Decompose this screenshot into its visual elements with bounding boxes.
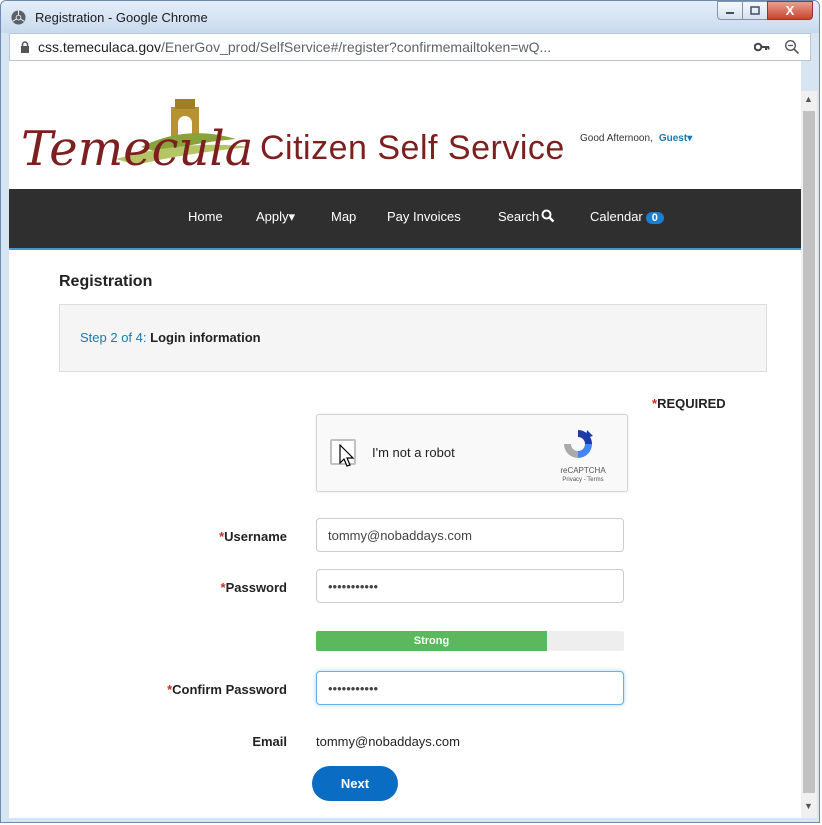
browser-window: Registration - Google Chrome X css.temec…	[0, 0, 820, 823]
nav-home[interactable]: Home	[188, 209, 223, 224]
guest-menu[interactable]: Guest▾	[659, 133, 692, 144]
required-note: *REQUIRED	[652, 396, 726, 411]
url-text[interactable]: css.temeculaca.gov/EnerGov_prod/SelfServ…	[38, 39, 551, 55]
step-number: Step 2 of 4:	[80, 330, 147, 345]
nav-search-label: Search	[498, 209, 540, 224]
recaptcha-links[interactable]: Privacy - Terms	[548, 477, 618, 483]
scrollbar-thumb[interactable]	[803, 111, 815, 793]
nav-map[interactable]: Map	[331, 209, 356, 224]
next-button[interactable]: Next	[312, 766, 398, 801]
username-input[interactable]	[316, 518, 624, 552]
confirm-password-label-text: Confirm Password	[172, 682, 287, 697]
password-label-text: Password	[225, 580, 287, 595]
url-path: /EnerGov_prod/SelfService#/register?conf…	[160, 39, 552, 55]
username-label: *Username	[159, 529, 287, 544]
confirm-password-input[interactable]	[316, 671, 624, 705]
recaptcha-brand: reCAPTCHA	[560, 466, 606, 475]
calendar-count-badge: 0	[645, 212, 664, 224]
mouse-cursor-icon	[339, 444, 355, 467]
username-label-text: Username	[224, 529, 287, 544]
nav-calendar-label: Calendar	[590, 209, 643, 224]
page-title: Registration	[59, 273, 153, 290]
email-value: tommy@nobaddays.com	[316, 734, 460, 749]
step-label: Login information	[150, 330, 261, 345]
minimize-button[interactable]	[717, 1, 743, 20]
required-label: REQUIRED	[657, 396, 726, 411]
nav-apply[interactable]: Apply▾	[256, 209, 295, 225]
recaptcha-widget: I'm not a robot reCAPTCHA Privacy - Term…	[316, 414, 628, 492]
close-icon: X	[785, 3, 795, 18]
password-strength-fill: Strong	[316, 631, 547, 651]
logo-wordmark: Temecula	[21, 121, 253, 177]
caret-down-icon: ▾	[687, 133, 693, 144]
minimize-icon	[726, 11, 734, 14]
guest-label: Guest	[658, 133, 688, 144]
window-controls: X	[717, 1, 813, 20]
scroll-down-icon[interactable]: ▼	[804, 801, 813, 811]
search-icon	[541, 209, 555, 223]
nav-calendar[interactable]: Calendar 0	[590, 209, 664, 224]
recaptcha-label: I'm not a robot	[372, 445, 455, 460]
scroll-up-icon[interactable]: ▲	[804, 94, 813, 104]
site-title: Citizen Self Service	[260, 129, 565, 167]
nav-pay-invoices[interactable]: Pay Invoices	[387, 209, 461, 224]
main-nav: Home Apply▾ Map Pay Invoices Search Cale…	[9, 189, 801, 250]
vertical-scrollbar[interactable]	[801, 91, 817, 818]
password-label: *Password	[159, 580, 287, 595]
zoom-icon[interactable]	[784, 39, 800, 55]
maximize-button[interactable]	[742, 1, 768, 20]
password-strength-meter: Strong	[316, 631, 624, 651]
window-title: Registration - Google Chrome	[35, 10, 208, 25]
page-viewport: Temecula Citizen Self Service Good After…	[9, 61, 801, 818]
nav-search[interactable]: Search	[498, 209, 555, 224]
greeting-text: Good Afternoon,	[580, 133, 653, 144]
email-label: Email	[252, 734, 287, 749]
title-bar: Registration - Google Chrome X	[1, 1, 819, 33]
step-indicator: Step 2 of 4: Login information	[59, 304, 767, 372]
address-bar[interactable]: css.temeculaca.gov/EnerGov_prod/SelfServ…	[9, 33, 811, 61]
chrome-icon	[11, 10, 26, 25]
lock-icon	[21, 41, 29, 53]
close-button[interactable]: X	[767, 1, 813, 20]
maximize-icon	[750, 6, 760, 15]
caret-down-icon: ▾	[288, 209, 296, 224]
password-input[interactable]	[316, 569, 624, 603]
key-icon[interactable]	[754, 41, 770, 53]
nav-apply-label: Apply	[256, 209, 289, 224]
greeting: Good Afternoon, Guest▾	[580, 133, 692, 144]
step-text: Step 2 of 4: Login information	[80, 330, 261, 345]
recaptcha-logo	[564, 430, 593, 458]
confirm-password-label: *Confirm Password	[129, 682, 287, 697]
url-host: css.temeculaca.gov	[38, 39, 161, 55]
